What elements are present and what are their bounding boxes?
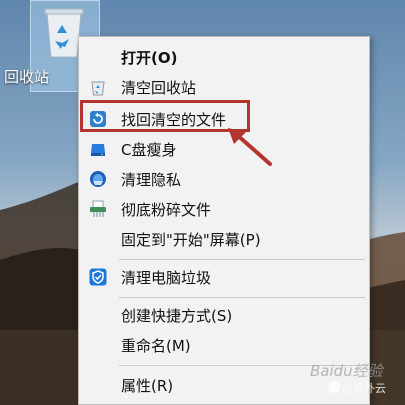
menu-item-create-shortcut[interactable]: 创建快捷方式(S) (79, 301, 369, 329)
menu-item-label: 清理隐私 (121, 171, 182, 189)
menu-separator (119, 259, 365, 260)
menu-item-clean-pc-junk[interactable]: 清理电脑垃圾 (79, 263, 369, 291)
menu-item-open[interactable]: 打开(O) (79, 43, 369, 71)
menu-item-label: 清理电脑垃圾 (121, 269, 212, 287)
menu-separator (119, 297, 365, 298)
menu-item-label: C盘瘦身 (121, 141, 177, 159)
menu-item-label: 属性(R) (121, 377, 174, 395)
menu-item-clean-privacy[interactable]: 清理隐私 (79, 165, 369, 193)
recycle-bin-icon (91, 81, 105, 96)
annotation-arrow (228, 128, 272, 166)
menu-item-label: 清空回收站 (121, 79, 197, 97)
watermark: Baidu经验 @世外云 (300, 360, 404, 400)
menu-item-label: 创建快捷方式(S) (121, 307, 233, 325)
menu-item-shred-files[interactable]: 彻底粉碎文件 (79, 195, 369, 223)
menu-item-empty-recycle-bin[interactable]: 清空回收站 (79, 73, 369, 101)
menu-item-label: 固定到"开始"屏幕(P) (121, 231, 261, 249)
watermark-site: Baidu经验 (310, 362, 383, 380)
file-shredder-icon (90, 200, 106, 217)
context-menu: 打开(O) 清空回收站 找回清空的文件 C盘瘦身 清理隐私 彻底粉碎文件 固定到… (78, 36, 370, 405)
menu-item-label: 打开(O) (121, 49, 178, 67)
menu-item-label: 彻底粉碎文件 (121, 201, 212, 219)
privacy-cleanup-icon (90, 171, 106, 187)
menu-item-pin-to-start[interactable]: 固定到"开始"屏幕(P) (79, 225, 369, 253)
disk-cleanup-icon (91, 144, 105, 156)
watermark-brand: @世外云 (342, 382, 386, 395)
watermark-logo-icon (328, 381, 340, 393)
security-shield-icon (89, 268, 107, 286)
menu-item-rename[interactable]: 重命名(M) (79, 331, 369, 359)
menu-item-label: 重命名(M) (121, 337, 191, 355)
